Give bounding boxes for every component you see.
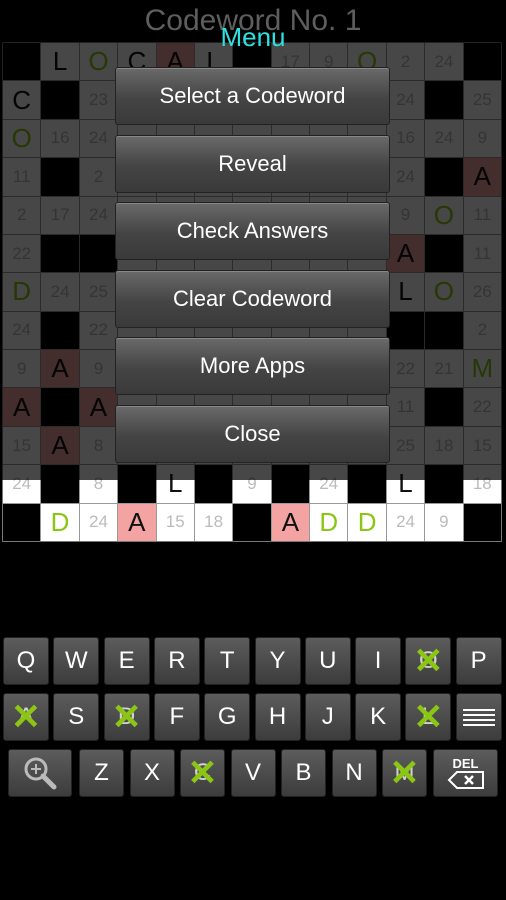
select-codeword-button[interactable]: Select a Codeword — [115, 67, 390, 125]
zoom-key[interactable] — [8, 749, 72, 797]
key-label: F — [169, 703, 185, 730]
number-cell[interactable]: 15 — [156, 503, 194, 541]
letter-cell[interactable]: A — [118, 503, 156, 541]
key-label: S — [68, 703, 85, 730]
key-label: R — [168, 647, 186, 674]
key-label: H — [268, 703, 287, 730]
key-k[interactable]: K — [355, 693, 402, 741]
key-q[interactable]: Q — [3, 637, 49, 685]
letter-cell[interactable]: D — [41, 503, 79, 541]
menu-overlay: Select a Codeword Reveal Check Answers C… — [0, 0, 506, 480]
key-f[interactable]: F — [153, 693, 200, 741]
key-label: N — [345, 759, 363, 786]
key-label: P — [470, 647, 487, 674]
key-label: Z — [94, 759, 109, 786]
block-cell — [463, 503, 501, 541]
key-w[interactable]: W — [53, 637, 100, 685]
used-cross-icon: ✕ — [111, 696, 142, 737]
menu-title: Menu — [220, 22, 286, 52]
key-h[interactable]: H — [254, 693, 301, 741]
key-label: K — [370, 703, 387, 730]
key-y[interactable]: Y — [254, 637, 301, 685]
key-label: T — [219, 647, 235, 674]
key-i[interactable]: I — [355, 637, 402, 685]
used-cross-icon: ✕ — [187, 752, 218, 793]
letter-cell[interactable]: D — [348, 503, 386, 541]
key-label: E — [118, 647, 135, 674]
key-c[interactable]: C ✕ — [180, 749, 225, 797]
key-label: V — [244, 759, 261, 786]
number-cell[interactable]: 24 — [386, 503, 425, 541]
key-e[interactable]: E — [103, 637, 150, 685]
key-o[interactable]: O ✕ — [405, 637, 452, 685]
key-n[interactable]: N — [331, 749, 377, 797]
menu-key[interactable] — [455, 693, 502, 741]
letter-cell[interactable]: D — [310, 503, 348, 541]
clear-codeword-button[interactable]: Clear Codeword — [115, 270, 390, 328]
close-button[interactable]: Close — [115, 405, 390, 463]
del-label: DEL — [452, 755, 479, 771]
block-cell — [3, 503, 41, 541]
key-v[interactable]: V — [230, 749, 276, 797]
key-b[interactable]: B — [281, 749, 326, 797]
key-j[interactable]: J — [304, 693, 351, 741]
number-cell[interactable]: 9 — [425, 503, 463, 541]
more-apps-button[interactable]: More Apps — [115, 337, 390, 395]
check-answers-button[interactable]: Check Answers — [115, 202, 390, 260]
key-l[interactable]: L ✕ — [405, 693, 452, 741]
letter-cell[interactable]: A — [271, 503, 310, 541]
delete-key[interactable]: DEL — [433, 749, 498, 797]
number-cell[interactable]: 18 — [194, 503, 233, 541]
used-cross-icon: ✕ — [413, 696, 444, 737]
key-label: X — [143, 759, 160, 786]
magnifier-plus-icon — [24, 757, 57, 790]
key-label: U — [319, 647, 337, 674]
key-z[interactable]: Z — [79, 749, 124, 797]
key-t[interactable]: T — [204, 637, 251, 685]
key-label: I — [374, 647, 382, 674]
key-x[interactable]: X — [129, 749, 175, 797]
backspace-icon — [447, 770, 484, 789]
key-label: B — [295, 759, 312, 786]
used-cross-icon: ✕ — [413, 640, 444, 681]
key-a[interactable]: A ✕ — [3, 693, 49, 741]
key-label: Q — [16, 647, 36, 674]
block-cell — [233, 503, 271, 541]
key-r[interactable]: R — [153, 637, 200, 685]
key-s[interactable]: S — [53, 693, 100, 741]
key-u[interactable]: U — [304, 637, 351, 685]
key-label: Y — [269, 647, 286, 674]
key-d[interactable]: D ✕ — [103, 693, 150, 741]
used-cross-icon: ✕ — [389, 752, 420, 793]
key-p[interactable]: P — [455, 637, 502, 685]
key-m[interactable]: M ✕ — [382, 749, 427, 797]
used-cross-icon: ✕ — [10, 696, 42, 737]
key-label: G — [217, 703, 237, 730]
number-cell[interactable]: 24 — [79, 503, 118, 541]
reveal-button[interactable]: Reveal — [115, 135, 390, 193]
key-label: W — [64, 647, 88, 674]
key-g[interactable]: G — [204, 693, 251, 741]
hamburger-icon — [462, 709, 495, 726]
key-label: J — [321, 703, 334, 730]
